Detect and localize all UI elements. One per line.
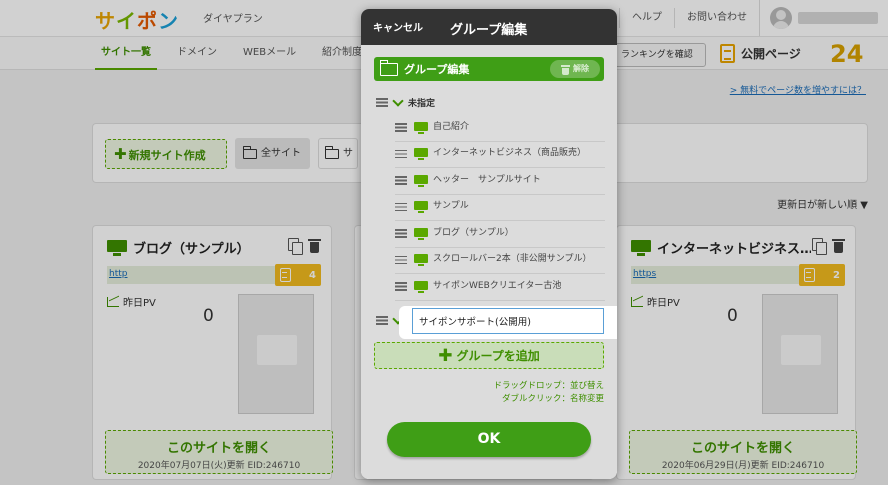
drag-handle-icon[interactable] bbox=[395, 176, 407, 185]
modal-body: グループ編集 解除 未指定 自己紹介 インターネットビジネス（商品販売） ヘッタ… bbox=[361, 45, 617, 479]
chevron-down-icon[interactable] bbox=[392, 99, 404, 107]
hint-dblclick: ダブルクリック：名称変更 bbox=[501, 394, 604, 404]
drag-handle-icon[interactable] bbox=[376, 316, 388, 325]
monitor-icon bbox=[414, 280, 428, 293]
plus-icon: ✚ bbox=[438, 345, 453, 366]
release-button[interactable]: 解除 bbox=[550, 60, 600, 78]
monitor-icon bbox=[414, 148, 428, 161]
monitor-icon bbox=[414, 227, 428, 240]
add-group-button[interactable]: ✚ グループを追加 bbox=[374, 342, 604, 369]
drag-handle-icon[interactable] bbox=[376, 98, 388, 107]
drag-handle-icon[interactable] bbox=[395, 202, 407, 212]
list-item[interactable]: サイポンWEBクリエイター古池 bbox=[395, 274, 605, 301]
ok-button[interactable]: OK bbox=[387, 422, 591, 457]
list-item[interactable]: スクロールバー2本（非公開サンプル） bbox=[395, 248, 605, 274]
list-item[interactable]: インターネットビジネス（商品販売） bbox=[395, 142, 605, 168]
group-name-input[interactable] bbox=[412, 308, 604, 334]
folder-open-icon bbox=[379, 59, 398, 76]
monitor-icon bbox=[414, 201, 428, 214]
list-item[interactable]: サンプル bbox=[395, 195, 605, 221]
drag-handle-icon[interactable] bbox=[395, 282, 407, 291]
modal-title: グループ編集 bbox=[450, 23, 528, 38]
trash-icon bbox=[561, 64, 570, 75]
drag-handle-icon[interactable] bbox=[395, 149, 407, 159]
drag-handle-icon[interactable] bbox=[395, 229, 407, 238]
list-item[interactable]: ブログ（サンプル） bbox=[395, 221, 605, 248]
group-edit-header: グループ編集 解除 bbox=[374, 57, 604, 81]
group-edit-modal: キャンセル グループ編集 グループ編集 解除 未指定 自己紹介 インターネットビ… bbox=[361, 9, 617, 479]
group-row-unassigned[interactable]: 未指定 bbox=[376, 96, 435, 109]
hint-drag: ドラッグドロップ：並び替え bbox=[493, 381, 604, 391]
monitor-icon bbox=[414, 174, 428, 187]
site-list: 自己紹介 インターネットビジネス（商品販売） ヘッター サンプルサイト サンプル… bbox=[395, 115, 605, 301]
modal-header: キャンセル グループ編集 bbox=[361, 9, 617, 45]
drag-handle-icon[interactable] bbox=[395, 123, 407, 132]
list-item[interactable]: ヘッター サンプルサイト bbox=[395, 168, 605, 195]
cancel-button[interactable]: キャンセル bbox=[373, 19, 423, 34]
drag-handle-icon[interactable] bbox=[395, 255, 407, 265]
monitor-icon bbox=[414, 254, 428, 267]
monitor-icon bbox=[414, 121, 428, 134]
list-item[interactable]: 自己紹介 bbox=[395, 115, 605, 142]
